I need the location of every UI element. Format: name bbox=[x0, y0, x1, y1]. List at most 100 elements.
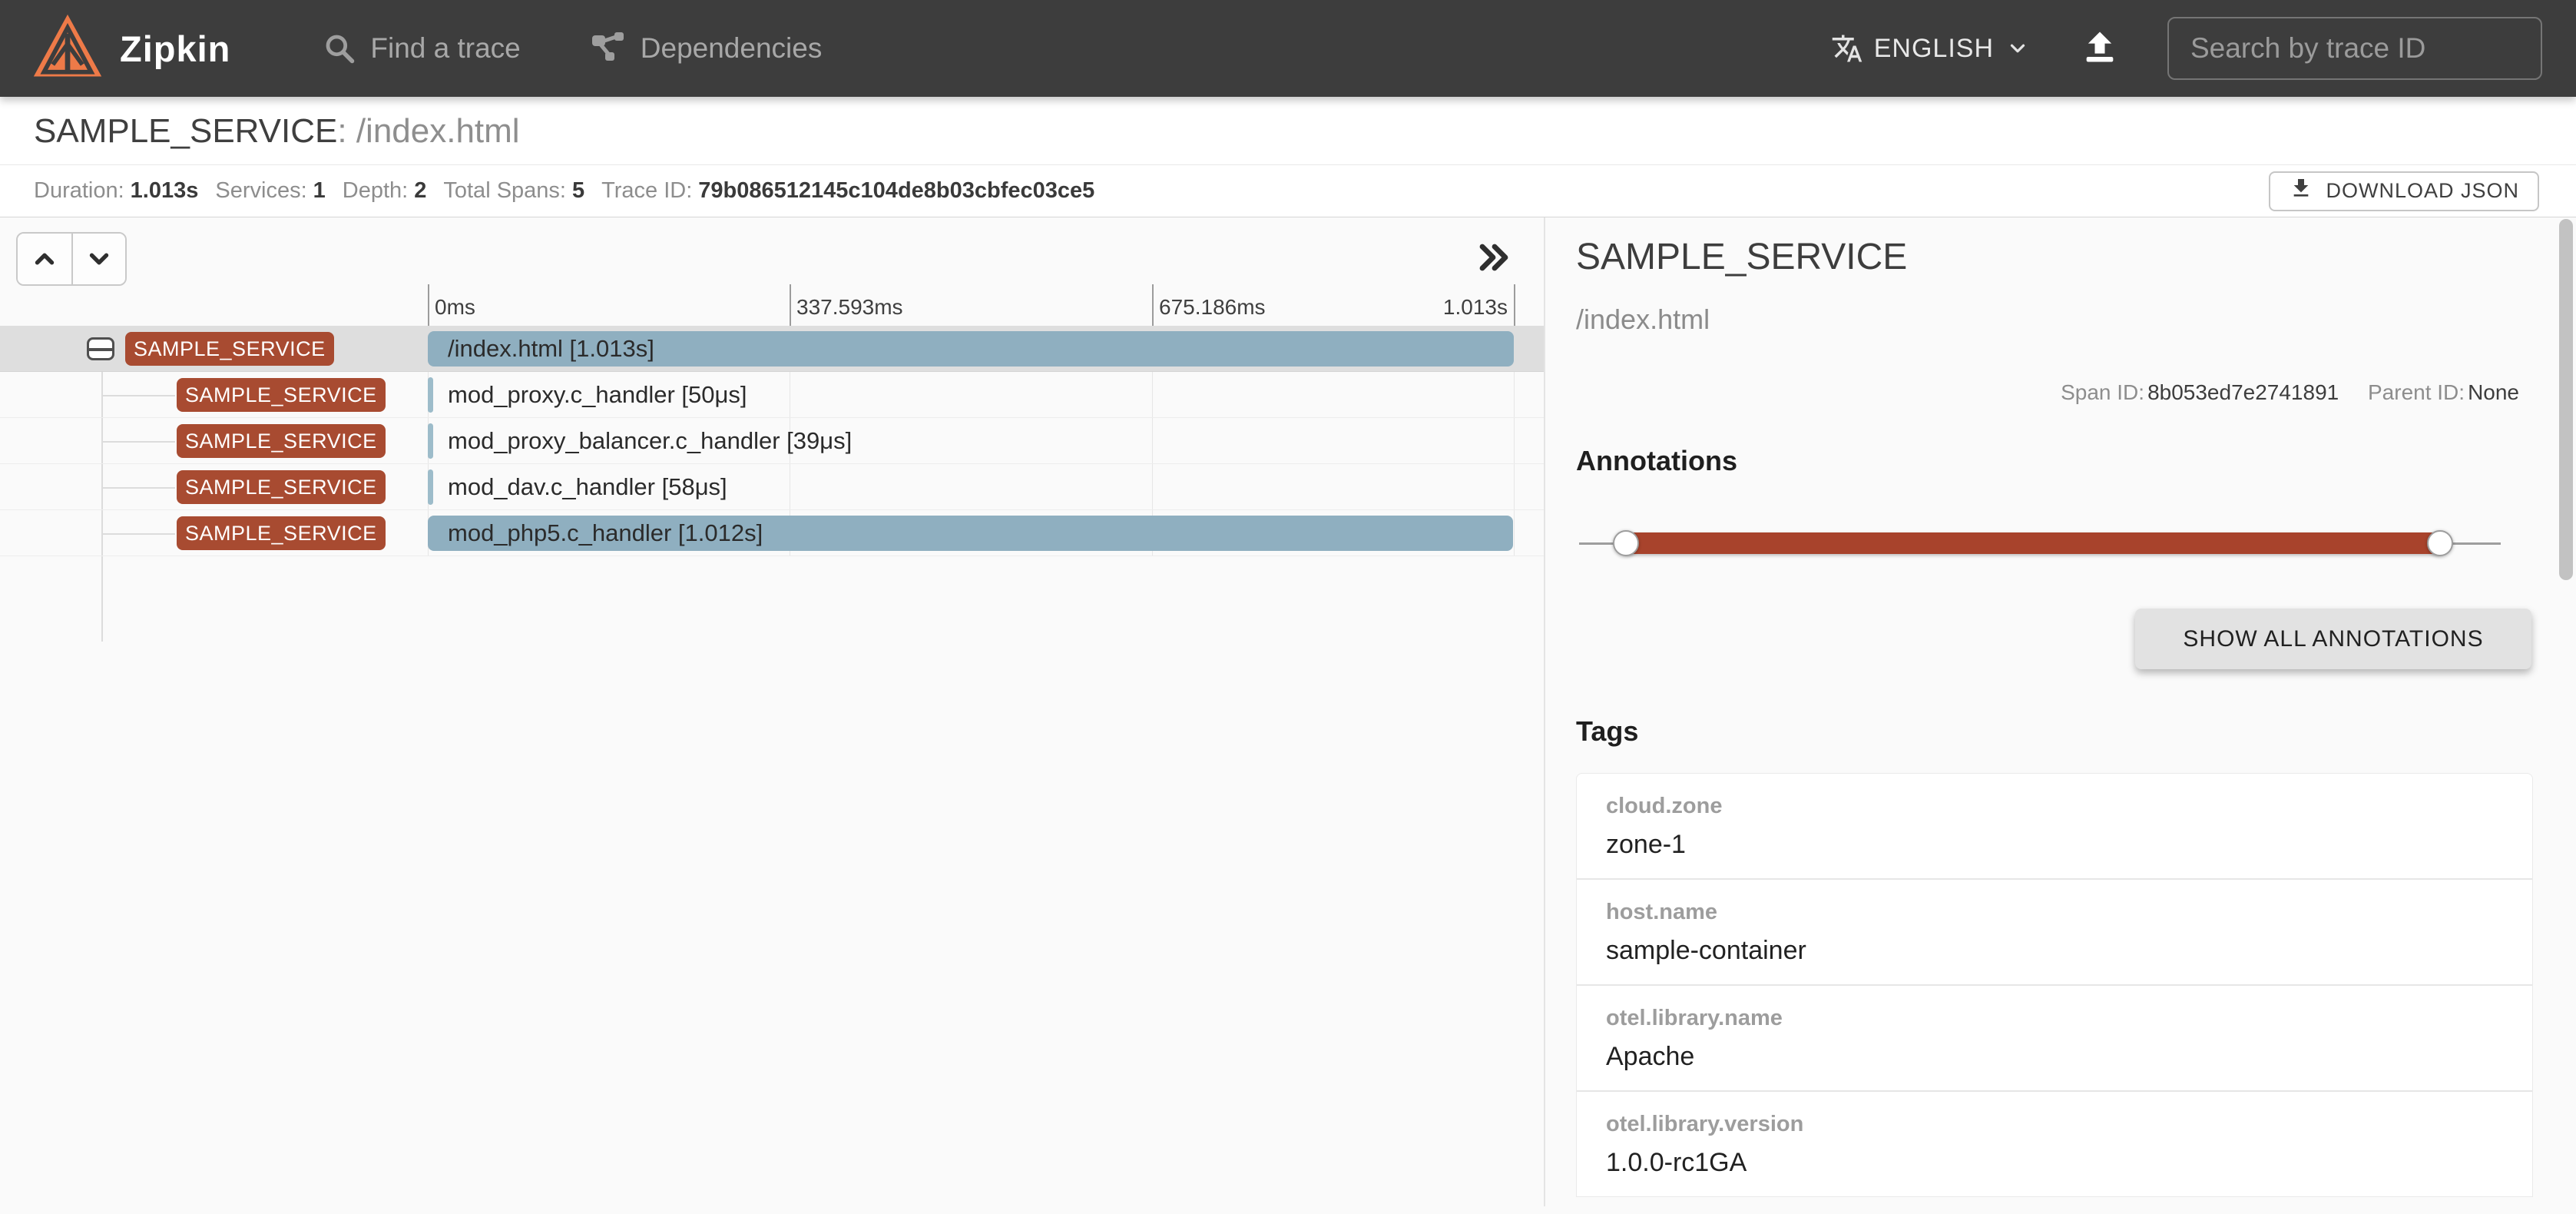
next-span-button[interactable] bbox=[71, 234, 125, 284]
trace-info-bar: Duration:1.013s Services:1 Depth:2 Total… bbox=[0, 165, 2576, 217]
tag-row: otel.library.name Apache bbox=[1577, 986, 2532, 1092]
service-badge: SAMPLE_SERVICE bbox=[177, 470, 386, 504]
span-navigation-group bbox=[16, 232, 127, 286]
service-badge: SAMPLE_SERVICE bbox=[177, 424, 386, 458]
tag-key: otel.library.version bbox=[1606, 1112, 2503, 1137]
title-separator: : bbox=[337, 112, 356, 150]
tag-value: Apache bbox=[1606, 1042, 2503, 1072]
span-rows: SAMPLE_SERVICE /index.html [1.013s] SAMP… bbox=[0, 326, 1544, 556]
main-content: 0ms 337.593ms 675.186ms 1.013s SAMPLE_SE… bbox=[0, 217, 2576, 1206]
tag-row: cloud.zone zone-1 bbox=[1577, 774, 2532, 880]
service-badge: SAMPLE_SERVICE bbox=[177, 516, 386, 550]
tag-key: host.name bbox=[1606, 900, 2503, 925]
span-row-index-html[interactable]: SAMPLE_SERVICE /index.html [1.013s] bbox=[0, 326, 1544, 372]
tags-card: cloud.zone zone-1 host.name sample-conta… bbox=[1576, 773, 2533, 1197]
slider-handle-end[interactable] bbox=[2427, 530, 2453, 556]
tick-label: 337.593ms bbox=[796, 295, 903, 320]
search-icon bbox=[323, 32, 356, 65]
span-id: Span ID:8b053ed7e2741891 bbox=[2061, 380, 2339, 404]
tick-label: 0ms bbox=[435, 295, 475, 320]
trace-header: SAMPLE_SERVICE: /index.html bbox=[0, 97, 2576, 165]
tag-row: otel.library.version 1.0.0-rc1GA bbox=[1577, 1092, 2532, 1196]
page-title: SAMPLE_SERVICE: /index.html bbox=[34, 112, 2576, 151]
tag-value: sample-container bbox=[1606, 936, 2503, 966]
tick-label: 675.186ms bbox=[1159, 295, 1266, 320]
nav-find-a-trace-label: Find a trace bbox=[370, 32, 520, 65]
annotations-range-slider bbox=[1579, 519, 2501, 568]
tick-line bbox=[1514, 284, 1515, 326]
download-icon bbox=[2289, 176, 2313, 206]
trace-service-name: SAMPLE_SERVICE bbox=[34, 112, 337, 150]
parent-id: Parent ID:None bbox=[2368, 380, 2519, 404]
language-label: ENGLISH bbox=[1874, 34, 1994, 64]
tick-line bbox=[428, 284, 429, 326]
translate-icon bbox=[1831, 32, 1863, 65]
slider-handle-start[interactable] bbox=[1613, 530, 1639, 556]
span-label: mod_proxy_balancer.c_handler [39μs] bbox=[448, 423, 852, 459]
span-track: /index.html [1.013s] bbox=[428, 330, 1514, 367]
span-duration-bar bbox=[428, 423, 433, 459]
nav-find-a-trace[interactable]: Find a trace bbox=[323, 32, 520, 65]
tag-value: 1.0.0-rc1GA bbox=[1606, 1148, 2503, 1178]
span-row-mod-proxy-balancer[interactable]: SAMPLE_SERVICE mod_proxy_balancer.c_hand… bbox=[0, 418, 1544, 464]
timeline-panel: 0ms 337.593ms 675.186ms 1.013s SAMPLE_SE… bbox=[0, 217, 1544, 1206]
zipkin-logo-icon bbox=[31, 12, 104, 85]
span-label: mod_dav.c_handler [58μs] bbox=[448, 469, 727, 506]
upload-trace-button[interactable] bbox=[2080, 27, 2120, 71]
annotations-heading: Annotations bbox=[1576, 445, 1737, 477]
span-detail-panel: SAMPLE_SERVICE /index.html Span ID:8b053… bbox=[1545, 217, 2576, 1206]
tag-key: cloud.zone bbox=[1606, 794, 2503, 819]
tick-label: 1.013s bbox=[1443, 295, 1508, 320]
span-label: mod_php5.c_handler [1.012s] bbox=[448, 515, 763, 552]
download-json-label: DOWNLOAD JSON bbox=[2326, 179, 2519, 203]
trace-span-name: /index.html bbox=[356, 112, 520, 150]
tags-heading: Tags bbox=[1576, 715, 1638, 748]
span-track: mod_proxy.c_handler [50μs] bbox=[428, 376, 1514, 413]
chevron-down-icon bbox=[2006, 37, 2029, 60]
stat-depth: Depth:2 bbox=[343, 178, 427, 204]
span-row-mod-proxy[interactable]: SAMPLE_SERVICE mod_proxy.c_handler [50μs… bbox=[0, 372, 1544, 418]
chevron-down-icon bbox=[84, 244, 114, 274]
upload-icon bbox=[2080, 27, 2120, 71]
detail-span-name: /index.html bbox=[1576, 304, 1710, 336]
service-badge: SAMPLE_SERVICE bbox=[177, 378, 386, 412]
vertical-scrollbar-thumb[interactable] bbox=[2559, 219, 2573, 580]
nav-dependencies-label: Dependencies bbox=[641, 32, 823, 65]
span-track: mod_php5.c_handler [1.012s] bbox=[428, 515, 1514, 552]
stat-duration: Duration:1.013s bbox=[34, 178, 198, 204]
stat-trace-id: Trace ID:79b086512145c104de8b03cbfec03ce… bbox=[601, 178, 1094, 204]
brand-name: Zipkin bbox=[120, 28, 230, 70]
span-label: mod_proxy.c_handler [50μs] bbox=[448, 376, 747, 413]
detail-service-name: SAMPLE_SERVICE bbox=[1576, 236, 1907, 278]
span-row-mod-php5[interactable]: SAMPLE_SERVICE mod_php5.c_handler [1.012… bbox=[0, 510, 1544, 556]
stat-total-spans: Total Spans:5 bbox=[443, 178, 584, 204]
tag-key: otel.library.name bbox=[1606, 1006, 2503, 1031]
language-selector[interactable]: ENGLISH bbox=[1831, 32, 2029, 65]
span-duration-bar bbox=[428, 469, 433, 505]
show-all-annotations-button[interactable]: SHOW ALL ANNOTATIONS bbox=[2135, 609, 2531, 669]
span-duration-bar bbox=[428, 377, 433, 413]
slider-selected-range[interactable] bbox=[1625, 532, 2441, 554]
tick-line bbox=[1152, 284, 1154, 326]
dependencies-icon bbox=[591, 32, 627, 65]
stat-services: Services:1 bbox=[215, 178, 325, 204]
double-chevron-right-icon bbox=[1473, 239, 1513, 276]
span-label: /index.html [1.013s] bbox=[448, 330, 654, 367]
tag-value: zone-1 bbox=[1606, 830, 2503, 860]
top-nav: Zipkin Find a trace Dependencies ENGLISH bbox=[0, 0, 2576, 97]
timeline-ruler: 0ms 337.593ms 675.186ms 1.013s bbox=[0, 290, 1544, 326]
chevron-up-icon bbox=[30, 244, 59, 274]
prev-span-button[interactable] bbox=[18, 234, 71, 284]
span-row-mod-dav[interactable]: SAMPLE_SERVICE mod_dav.c_handler [58μs] bbox=[0, 464, 1544, 510]
collapse-panel-button[interactable] bbox=[1473, 239, 1513, 276]
download-json-button[interactable]: DOWNLOAD JSON bbox=[2269, 171, 2539, 211]
search-by-trace-id-input[interactable] bbox=[2167, 17, 2542, 80]
nav-dependencies[interactable]: Dependencies bbox=[591, 32, 823, 65]
span-track: mod_proxy_balancer.c_handler [39μs] bbox=[428, 423, 1514, 459]
collapse-children-toggle[interactable] bbox=[87, 337, 114, 360]
tick-line bbox=[790, 284, 791, 326]
span-ids: Span ID:8b053ed7e2741891 Parent ID:None bbox=[2061, 380, 2519, 405]
service-badge: SAMPLE_SERVICE bbox=[125, 332, 334, 366]
span-track: mod_dav.c_handler [58μs] bbox=[428, 469, 1514, 506]
tag-row: host.name sample-container bbox=[1577, 880, 2532, 986]
